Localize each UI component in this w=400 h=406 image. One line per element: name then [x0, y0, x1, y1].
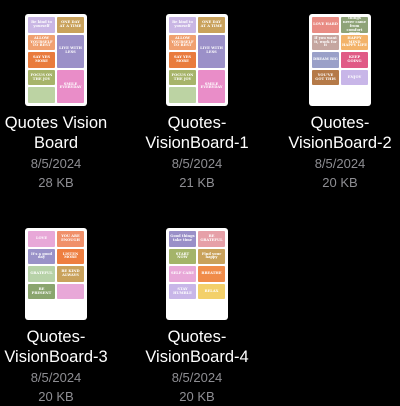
- thumbnail-tile: GRATEFUL: [28, 266, 55, 282]
- thumbnail-tile: ALLOW YOURSELF TO REST: [169, 34, 196, 51]
- file-thumbnail[interactable]: LOVE YOU ARE ENOUGH It's a good day LISTEN …: [25, 228, 87, 320]
- file-item[interactable]: Be kind to yourself ONE DAY AT A TIME ALLO…: [0, 14, 120, 192]
- thumbnail-tile: LOVE HARD: [312, 17, 339, 33]
- thumbnail-tile: START NOW: [169, 248, 196, 265]
- file-name-line2: Board: [33, 134, 79, 152]
- thumbnail-tile: LISTEN MORE: [57, 248, 84, 265]
- thumbnail-tile: LIVE WITH LESS: [57, 34, 84, 68]
- file-size: 20 KB: [322, 175, 358, 190]
- file-thumbnail[interactable]: LOVE HARDGreat things never came from co…: [309, 14, 371, 106]
- file-name: Quotes Vision Board: [0, 113, 120, 153]
- file-size: 20 KB: [179, 389, 215, 404]
- file-name-line1: Quotes Vision: [4, 114, 108, 132]
- file-name-line2: VisionBoard-1: [145, 134, 249, 152]
- thumbnail-tile: Find your happy: [198, 248, 225, 265]
- thumbnail-tile: [28, 87, 55, 103]
- thumbnail-tile: SELF CARE: [169, 266, 196, 282]
- thumbnail-tile: Good things take time: [169, 231, 196, 247]
- file-date: 8/5/2024: [314, 156, 366, 171]
- thumbnail-tile: YOU ARE ENOUGH: [57, 231, 84, 247]
- file-date: 8/5/2024: [171, 370, 223, 385]
- thumbnail-tile: STAY HUMBLE: [169, 283, 196, 300]
- file-thumbnail[interactable]: Be kind to yourself ONE DAY AT A TIME ALLO…: [25, 14, 87, 106]
- file-name-line2: VisionBoard-4: [145, 348, 249, 366]
- thumbnail-tile: SMILE EVERYDAY: [57, 69, 84, 103]
- thumbnail-tile: FOCUS ON THE JOY: [169, 69, 196, 86]
- thumbnail-tile: FOCUS ON THE JOY: [28, 69, 55, 86]
- file-date: 8/5/2024: [30, 370, 82, 385]
- thumbnail-tile: SMILE EVERYDAY: [198, 69, 225, 103]
- file-date: 8/5/2024: [30, 156, 82, 171]
- thumbnail-tile: ONE DAY AT A TIME: [198, 17, 225, 33]
- thumbnail-tile: Great things never came from comfort zon…: [341, 17, 368, 33]
- file-date: 8/5/2024: [171, 156, 223, 171]
- thumbnail-tile: BE PRESENT: [28, 283, 55, 300]
- thumbnail-tile: HAPPY MIND HAPPY LIFE: [341, 34, 368, 51]
- file-size: 28 KB: [38, 175, 74, 190]
- thumbnail-tile: If you want it, work for it: [312, 34, 339, 51]
- thumbnail-tile: RELAX: [198, 283, 225, 300]
- thumbnail-tile: SAY YES MORE: [169, 52, 196, 68]
- thumbnail-tile: ONE DAY AT A TIME: [57, 17, 84, 33]
- file-name-line1: Quotes-: [167, 328, 227, 346]
- thumbnail-tile: BREATHE: [198, 266, 225, 282]
- file-name-line2: VisionBoard-3: [4, 348, 108, 366]
- thumbnail-tile: LIVE WITH LESS: [198, 34, 225, 68]
- thumbnail-tile: LOVE: [28, 231, 55, 247]
- file-item[interactable]: Be kind to yourself ONE DAY AT A TIME ALLO…: [133, 14, 261, 192]
- thumbnail-tile: BE KIND ALWAYS: [57, 266, 84, 282]
- file-thumbnail[interactable]: Good things take time BE GRATEFUL START NO…: [166, 228, 228, 320]
- file-size: 21 KB: [179, 175, 215, 190]
- file-name-line1: Quotes-: [26, 328, 86, 346]
- file-name: Quotes- VisionBoard-1: [133, 113, 261, 153]
- thumbnail-tile: YOU'VE GOT THIS: [312, 69, 339, 86]
- file-name: Quotes- VisionBoard-2: [276, 113, 400, 153]
- file-size: 20 KB: [38, 389, 74, 404]
- file-item[interactable]: LOVE YOU ARE ENOUGH It's a good day LISTEN …: [0, 228, 120, 406]
- thumbnail-tile: Be kind to yourself: [28, 17, 55, 33]
- file-item[interactable]: LOVE HARDGreat things never came from co…: [276, 14, 400, 192]
- thumbnail-tile: SAY YES MORE: [28, 52, 55, 68]
- thumbnail-tile: [169, 87, 196, 103]
- file-name-line1: Quotes-: [167, 114, 227, 132]
- thumbnail-tile: Be kind to yourself: [169, 17, 196, 33]
- thumbnail-tile: ENJOY: [341, 69, 368, 86]
- file-name-line2: VisionBoard-2: [288, 134, 392, 152]
- thumbnail-tile: ALLOW YOURSELF TO REST: [28, 34, 55, 51]
- thumbnail-tile: DREAM BIG: [312, 52, 339, 68]
- file-name: Quotes- VisionBoard-3: [0, 327, 120, 367]
- file-item[interactable]: Good things take time BE GRATEFUL START NO…: [133, 228, 261, 406]
- thumbnail-tile: KEEP GOING: [341, 52, 368, 68]
- thumbnail-tile: BE GRATEFUL: [198, 231, 225, 247]
- file-name: Quotes- VisionBoard-4: [133, 327, 261, 367]
- file-thumbnail[interactable]: Be kind to yourself ONE DAY AT A TIME ALLO…: [166, 14, 228, 106]
- thumbnail-tile: It's a good day: [28, 248, 55, 265]
- file-name-line1: Quotes-: [310, 114, 370, 132]
- thumbnail-tile: [57, 283, 84, 300]
